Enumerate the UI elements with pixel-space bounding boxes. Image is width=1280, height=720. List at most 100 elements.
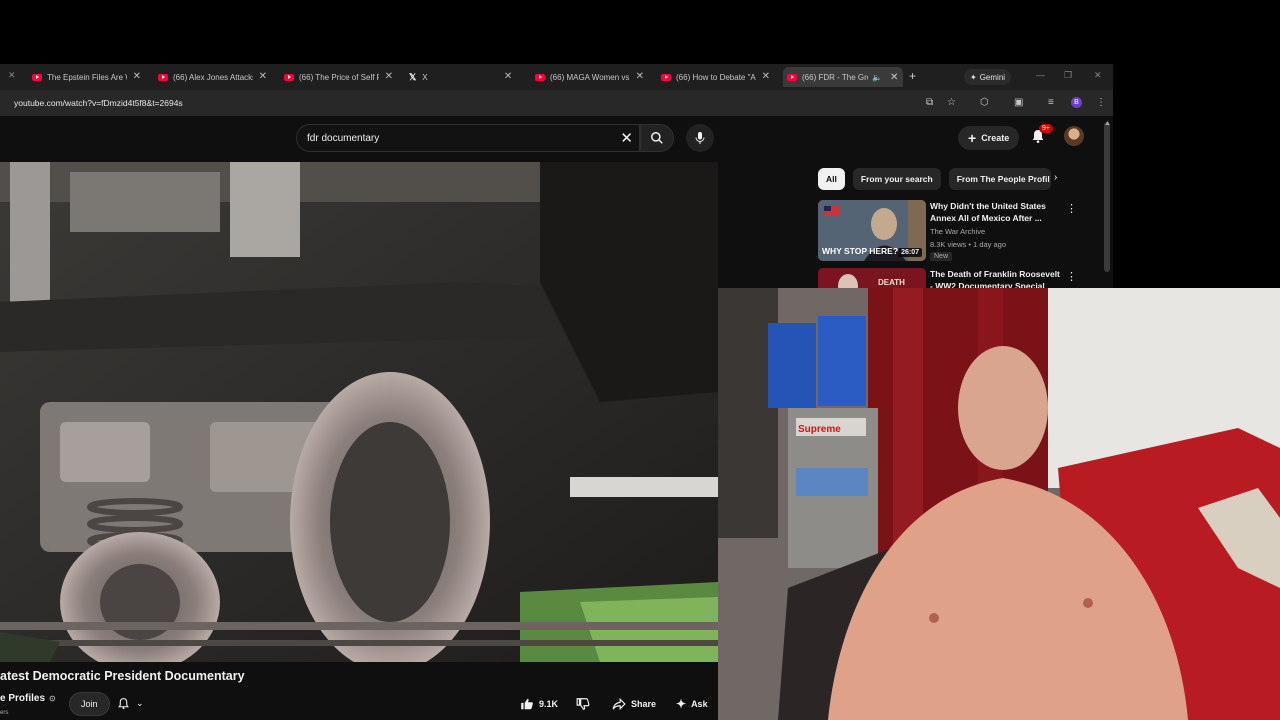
ask-label: Ask	[691, 699, 708, 709]
youtube-favicon-icon	[661, 73, 671, 81]
share-label: Share	[631, 699, 657, 709]
webcam-feed-image: Supreme	[718, 288, 1280, 720]
scroll-up-arrow-icon[interactable]: ▲	[1104, 120, 1111, 127]
like-count: 9.1K	[539, 699, 559, 709]
title-line: The Death of Franklin Roosevelt	[930, 269, 1060, 279]
gemini-label: Gemini	[979, 72, 1006, 82]
tab-price-of-self[interactable]: (66) The Price of Self R ✕	[284, 67, 393, 87]
tab-close-icon[interactable]: ✕	[8, 70, 16, 81]
tab-close-icon[interactable]: ✕	[133, 71, 141, 82]
youtube-favicon-icon	[32, 73, 42, 81]
maximize-icon[interactable]: ❐	[1064, 70, 1072, 81]
youtube-favicon-icon	[787, 73, 797, 81]
url-field[interactable]: youtube.com/watch?v=fDmzid4t5f8&t=2694s	[14, 98, 183, 108]
verified-check-icon: ⊙	[49, 694, 56, 703]
more-options-icon[interactable]: ⋮	[1066, 202, 1077, 215]
sparkle-icon: ✦	[676, 697, 687, 711]
chip-from-channel[interactable]: From The People Profil	[948, 168, 1051, 190]
recommendation-title[interactable]: Why Didn't the United States Annex All o…	[930, 200, 1068, 224]
plus-icon: +	[968, 130, 977, 146]
youtube-favicon-icon	[158, 73, 168, 81]
video-player[interactable]	[0, 162, 718, 662]
chip-from-your-search[interactable]: From your search	[852, 168, 941, 190]
search-box[interactable]: fdr documentary ✕	[296, 124, 640, 152]
chip-all[interactable]: All	[818, 168, 845, 190]
tab-x[interactable]: 𝕏 X ✕	[409, 67, 512, 87]
share-arrow-icon	[612, 697, 626, 711]
like-button[interactable]: 9.1K	[514, 692, 564, 716]
thumbs-up-icon	[521, 698, 533, 710]
tab-fdr-active[interactable]: (66) FDR - The Grea 🔈 ✕	[783, 67, 903, 87]
page-scrollbar[interactable]	[1104, 122, 1110, 272]
search-button[interactable]	[640, 124, 674, 152]
bookmark-star-icon[interactable]: ☆	[947, 97, 956, 108]
browser-menu-icon[interactable]: ⋮	[1096, 97, 1106, 108]
share-button[interactable]: Share	[606, 692, 662, 716]
more-options-icon[interactable]: ⋮	[1066, 270, 1077, 283]
subscription-notifications-button[interactable]: ⌄	[117, 697, 144, 710]
tab-bar: ✕ The Epstein Files Are W ✕ (66) Alex Jo…	[0, 64, 1113, 90]
profile-avatar[interactable]: B	[1071, 97, 1082, 108]
chevron-down-icon: ⌄	[136, 698, 144, 708]
minimize-icon[interactable]: —	[1036, 70, 1045, 80]
join-button[interactable]: Join	[69, 692, 110, 716]
chevron-right-icon[interactable]: ›	[1054, 172, 1057, 183]
screen: ✕ The Epstein Files Are W ✕ (66) Alex Jo…	[0, 0, 1280, 720]
tab-close-icon[interactable]: ✕	[504, 71, 512, 82]
account-avatar[interactable]	[1064, 126, 1084, 146]
create-label: Create	[981, 133, 1010, 143]
tab-alex-jones[interactable]: (66) Alex Jones Attacks ✕	[158, 67, 267, 87]
title-line: Why Didn't the United States	[930, 201, 1046, 211]
tab-close-icon[interactable]: ✕	[762, 71, 770, 82]
channel-link[interactable]: e Profiles ⊙	[0, 693, 56, 704]
tab-close-icon[interactable]: ✕	[385, 71, 393, 82]
search-input[interactable]: fdr documentary	[307, 133, 379, 144]
tab-maga-women[interactable]: (66) MAGA Women vs. ✕	[535, 67, 644, 87]
recommendation-item[interactable]: WHY STOP HERE? 26:07 Why Didn't the Unit…	[818, 200, 1088, 264]
tab-epstein-files[interactable]: The Epstein Files Are W ✕	[32, 67, 141, 87]
ask-button[interactable]: ✦ Ask	[670, 692, 714, 716]
new-tab-button[interactable]: +	[909, 69, 916, 83]
search-icon	[651, 132, 663, 144]
tab-close-icon[interactable]: ✕	[890, 72, 898, 83]
tab-close-icon[interactable]: ✕	[636, 71, 644, 82]
speaker-icon[interactable]: 🔈	[872, 73, 882, 82]
tab-label: (66) The Price of Self R	[299, 72, 379, 82]
notification-badge: 9+	[1039, 124, 1053, 133]
webcam-overlay: Supreme	[718, 288, 1280, 720]
tab-label: (66) Alex Jones Attacks	[173, 72, 253, 82]
tab-label: The Epstein Files Are W	[47, 72, 127, 82]
tab-label: (66) FDR - The Grea	[802, 72, 868, 82]
close-window-icon[interactable]: ✕	[1094, 70, 1102, 81]
voice-search-button[interactable]	[686, 124, 714, 152]
tab-label: (66) How to Debate "A	[676, 72, 756, 82]
filter-chips: All From your search From The People Pro…	[818, 168, 1051, 190]
media-control-icon[interactable]: ≡	[1048, 97, 1054, 108]
thumbnail-text: WHY STOP HERE?	[822, 246, 899, 256]
gemini-sparkle-icon: ✦	[970, 72, 977, 82]
tab-label: X	[422, 72, 428, 82]
thumbs-down-icon	[576, 698, 590, 710]
gemini-button[interactable]: ✦ Gemini	[964, 69, 1012, 85]
create-button[interactable]: + Create	[958, 126, 1020, 150]
tab-close-icon[interactable]: ✕	[259, 71, 267, 82]
tab-how-to-debate[interactable]: (66) How to Debate "A ✕	[661, 67, 770, 87]
channel-name[interactable]: The War Archive	[930, 227, 985, 236]
subscriber-count: ers	[0, 710, 9, 716]
youtube-favicon-icon	[284, 73, 294, 81]
extensions-icon[interactable]: ⬡	[980, 97, 989, 108]
split-view-icon[interactable]: ▣	[1014, 97, 1023, 108]
dislike-button[interactable]	[570, 692, 596, 716]
video-thumbnail[interactable]: WHY STOP HERE? 26:07	[818, 200, 926, 261]
video-meta: 8.3K views • 1 day ago	[930, 240, 1007, 249]
tab-label: (66) MAGA Women vs.	[550, 72, 630, 82]
x-logo-icon: 𝕏	[409, 71, 417, 82]
thumbnail-text: DEATH	[878, 278, 905, 287]
channel-name: e Profiles	[0, 693, 46, 704]
install-app-icon[interactable]: ⧉	[926, 97, 933, 108]
clear-search-icon[interactable]: ✕	[620, 129, 633, 147]
supreme-sticker: Supreme	[798, 424, 841, 435]
title-line: Annex All of Mexico After ...	[930, 213, 1042, 223]
new-badge: New	[930, 252, 953, 261]
address-bar: youtube.com/watch?v=fDmzid4t5f8&t=2694s …	[0, 90, 1113, 116]
